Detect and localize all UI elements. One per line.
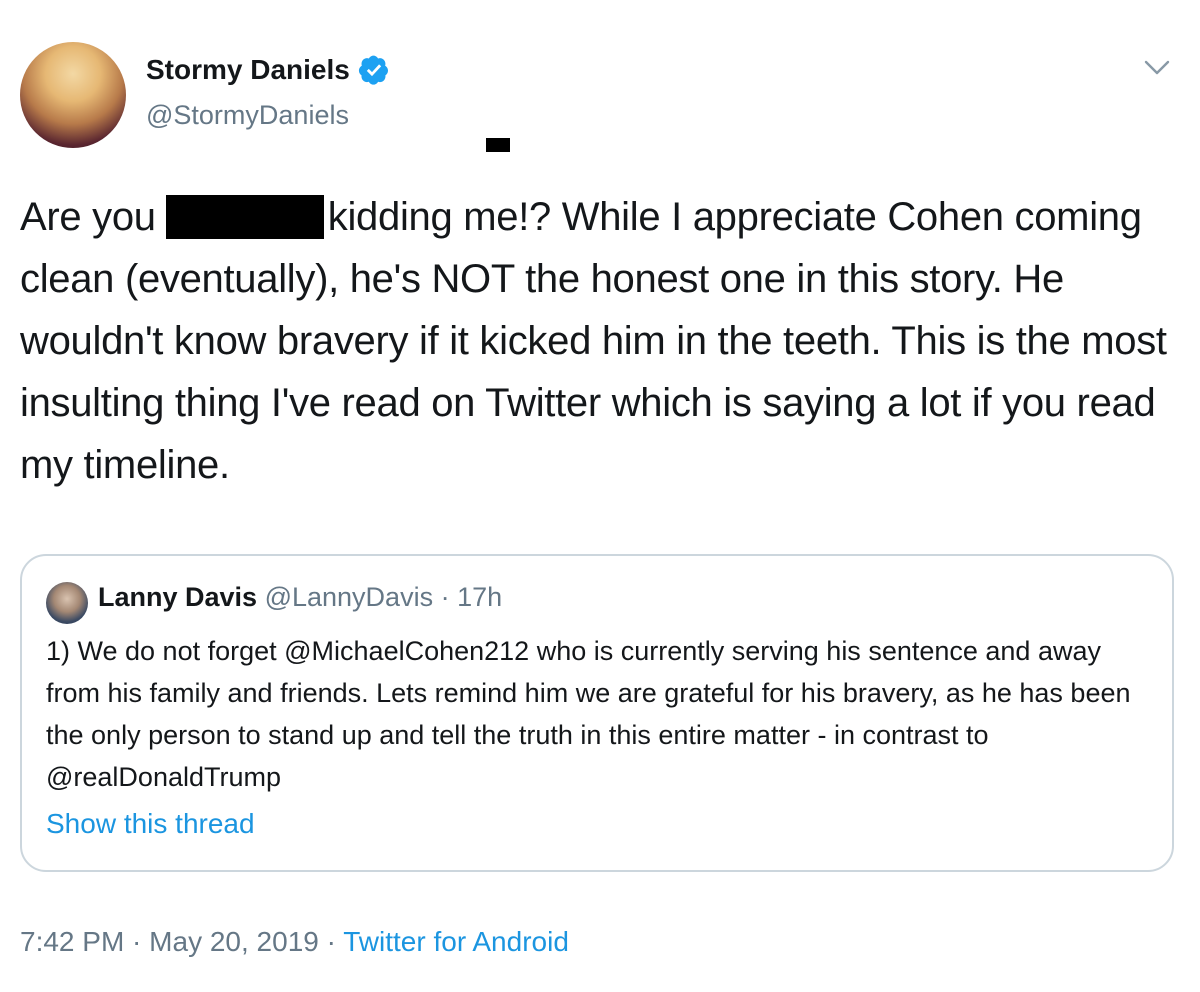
tweet-text: Are you kidding me!? While I appreciate C… — [20, 186, 1180, 496]
tweet-footer: 7:42 PM · May 20, 2019 · Twitter for And… — [20, 926, 569, 958]
verified-badge-icon — [358, 55, 388, 85]
tweet-text-start: Are you — [20, 195, 156, 239]
quoted-tweet-age: 17h — [457, 582, 503, 612]
tweet-time[interactable]: 7:42 PM — [20, 926, 124, 957]
quoted-tweet-card[interactable]: Lanny Davis @LannyDavis · 17h 1) We do n… — [20, 554, 1174, 872]
footer-separator-2: · — [318, 926, 344, 957]
redaction-bar — [165, 195, 324, 239]
chevron-down-icon[interactable] — [1142, 56, 1172, 80]
author-name[interactable]: Stormy Daniels — [146, 54, 350, 86]
quoted-tweet-text: 1) We do not forget @MichaelCohen212 who… — [46, 636, 1131, 792]
quoted-tweet-header: Lanny Davis @LannyDavis · 17h — [98, 582, 502, 613]
tweet-date[interactable]: May 20, 2019 — [149, 926, 319, 957]
author-avatar[interactable] — [20, 42, 126, 148]
quoted-author-handle: @LannyDavis — [264, 582, 434, 612]
tweet-source-link[interactable]: Twitter for Android — [343, 926, 569, 957]
quoted-author-avatar — [46, 582, 88, 624]
author-handle[interactable]: @StormyDaniels — [146, 100, 349, 131]
footer-separator: · — [124, 926, 150, 957]
show-thread-link[interactable]: Show this thread — [46, 808, 255, 840]
redaction-mark — [486, 138, 510, 152]
quoted-author-name: Lanny Davis — [98, 582, 258, 612]
quoted-meta-separator: · — [433, 582, 458, 612]
author-name-row: Stormy Daniels — [146, 54, 390, 86]
